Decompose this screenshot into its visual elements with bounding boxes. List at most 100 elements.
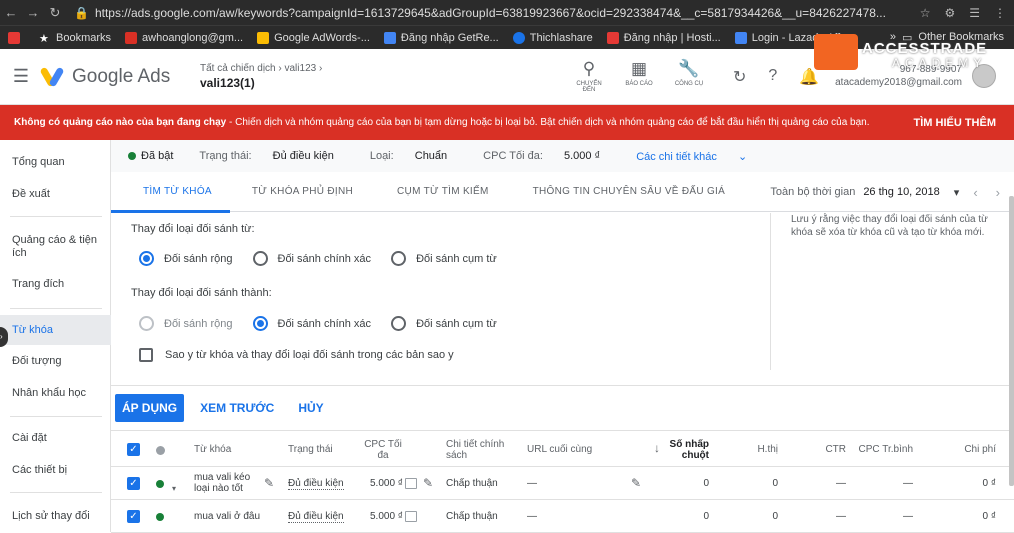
impressions-value: 0 bbox=[772, 478, 778, 489]
sidebar-item-change-history[interactable]: Lịch sử thay đổi bbox=[12, 510, 102, 523]
more-details-link[interactable]: Các chi tiết khác ⌄ bbox=[636, 150, 765, 163]
max-cpc-value: 5.000 ₫ bbox=[563, 150, 601, 162]
sidebar-item-keywords[interactable]: Từ khóa bbox=[0, 315, 111, 345]
tab-negative-keywords[interactable]: TỪ KHÓA PHỦ ĐỊNH bbox=[230, 172, 375, 212]
back-icon[interactable]: ← bbox=[0, 5, 22, 20]
star-icon[interactable]: ☆ bbox=[920, 6, 931, 20]
bookmark-item[interactable]: Đăng nhập | Hosti... bbox=[606, 31, 721, 44]
bookmark-item[interactable]: awhoanglong@gm... bbox=[125, 31, 243, 44]
bookmark-item[interactable]: Thichlashare bbox=[512, 31, 593, 44]
edit-pencil-icon[interactable]: ✎ bbox=[423, 476, 433, 490]
image-icon bbox=[405, 511, 417, 522]
keyword-status[interactable]: Đủ điều kiện bbox=[288, 478, 344, 490]
url-text: https://ads.google.com/aw/keywords?campa… bbox=[94, 5, 886, 20]
row-checkbox[interactable]: ✓ bbox=[127, 510, 140, 523]
tab-auction-insights[interactable]: THÔNG TIN CHUYÊN SÂU VỀ ĐẤU GIÁ bbox=[511, 172, 747, 212]
sidebar-item-ads-extensions[interactable]: Quảng cáo & tiện ích bbox=[12, 234, 102, 260]
edit-pencil-icon[interactable]: ✎ bbox=[631, 476, 641, 490]
to-exact-option[interactable]: Đối sánh chính xác bbox=[252, 316, 371, 331]
lock-icon: 🔒 bbox=[74, 5, 89, 20]
tab-search-keywords[interactable]: TÌM TỪ KHÓA bbox=[111, 172, 230, 213]
table-row[interactable]: ✓ ▾ mua vali kéo loại nào tốt ✎ Đủ điều … bbox=[111, 467, 1014, 500]
col-avg-cpc[interactable]: CPC Tr.bình bbox=[851, 444, 913, 455]
copy-keywords-checkbox[interactable]: Sao y từ khóa và thay đổi loại đối sánh … bbox=[139, 348, 454, 362]
youtube-icon bbox=[8, 31, 20, 44]
preview-button[interactable]: XEM TRƯỚC bbox=[200, 401, 274, 415]
enabled-status[interactable]: Đã bật bbox=[141, 150, 173, 162]
from-phrase-option[interactable]: Đối sánh cụm từ bbox=[391, 251, 497, 266]
bookmark-item[interactable]: Google AdWords-... bbox=[257, 31, 370, 44]
accesstrade-watermark: ACCESSTRADE ACADEMY bbox=[814, 34, 1014, 70]
clicks-value: 0 bbox=[703, 511, 709, 522]
scrollbar[interactable] bbox=[1009, 196, 1014, 486]
tab-search-terms[interactable]: CỤM TỪ TÌM KIẾM bbox=[375, 172, 511, 212]
from-radio-group: Đối sánh rộng Đối sánh chính xác Đối sán… bbox=[139, 251, 517, 266]
row-checkbox[interactable]: ✓ bbox=[127, 477, 140, 490]
reload-icon[interactable]: ↻ bbox=[44, 5, 66, 21]
col-final-url[interactable]: URL cuối cùng bbox=[527, 444, 592, 455]
keyword-status[interactable]: Đủ điều kiện bbox=[288, 511, 344, 523]
kebab-menu-icon[interactable]: ⋮ bbox=[994, 6, 1006, 20]
refresh-icon[interactable]: ↻ bbox=[733, 67, 746, 87]
hamburger-menu-icon[interactable]: ☰ bbox=[0, 66, 42, 87]
sidebar-item-demographics[interactable]: Nhân khẩu học bbox=[12, 387, 102, 400]
date-range-picker[interactable]: Toàn bộ thời gian 26 thg 10, 2018 ▾ ‹ › bbox=[770, 172, 1000, 212]
col-policy-details[interactable]: Chi tiết chính sách bbox=[446, 439, 511, 461]
main-content: Đã bật Trạng thái: Đủ điều kiện Loại: Ch… bbox=[111, 140, 1014, 533]
notifications-icon[interactable]: 🔔 bbox=[799, 67, 819, 87]
site-icon bbox=[512, 31, 525, 44]
bookmark-item[interactable]: Đăng nhập GetRe... bbox=[383, 31, 499, 44]
col-status[interactable]: Trạng thái bbox=[288, 444, 333, 455]
col-ctr[interactable]: CTR bbox=[806, 444, 846, 455]
sidebar-item-devices[interactable]: Các thiết bị bbox=[12, 464, 102, 477]
brand-name: Google Ads bbox=[72, 65, 171, 87]
edit-pencil-icon[interactable]: ✎ bbox=[264, 476, 274, 490]
chevron-left-icon[interactable]: ‹ bbox=[973, 185, 977, 200]
dropdown-arrow-icon[interactable]: ▾ bbox=[954, 186, 960, 199]
sidebar-item-audiences[interactable]: Đối tượng bbox=[12, 355, 102, 368]
keyword-text[interactable]: mua vali kéo loại nào tốt bbox=[194, 472, 256, 494]
goto-button[interactable]: ⚲ CHUYỂN ĐẾN bbox=[572, 59, 606, 93]
col-impressions[interactable]: H.thị bbox=[738, 444, 778, 455]
learn-more-link[interactable]: TÌM HIỂU THÊM bbox=[914, 117, 997, 129]
col-keyword[interactable]: Từ khóa bbox=[194, 444, 231, 455]
mail-icon bbox=[383, 31, 396, 44]
to-phrase-option[interactable]: Đối sánh cụm từ bbox=[391, 316, 497, 331]
ctr-value: — bbox=[836, 478, 846, 489]
bookmark-youtube[interactable] bbox=[8, 31, 25, 44]
forward-icon[interactable]: → bbox=[22, 5, 44, 20]
google-ads-logo[interactable]: Google Ads bbox=[39, 65, 192, 88]
avg-cpc-value: — bbox=[903, 478, 913, 489]
change-from-title: Thay đổi loại đối sánh từ: bbox=[131, 223, 255, 235]
apply-button[interactable]: ÁP DỤNG bbox=[115, 394, 185, 422]
keyword-text[interactable]: mua vali ở đâu bbox=[194, 511, 260, 522]
search-icon: ⚲ bbox=[582, 59, 596, 78]
from-broad-option[interactable]: Đối sánh rộng bbox=[139, 251, 233, 266]
chevron-right-icon[interactable]: › bbox=[996, 185, 1000, 200]
table-row[interactable]: ✓ mua vali ở đâu Đủ điều kiện 5.000 ₫ Ch… bbox=[111, 500, 1014, 533]
alert-title: Không có quảng cáo nào của bạn đang chạy bbox=[14, 117, 227, 128]
sidebar-item-overview[interactable]: Tổng quan bbox=[12, 156, 102, 169]
col-max-cpc[interactable]: CPC Tối đa bbox=[364, 439, 402, 461]
from-exact-option[interactable]: Đối sánh chính xác bbox=[252, 251, 371, 266]
tools-button[interactable]: 🔧 CÔNG CỤ bbox=[672, 59, 706, 93]
col-clicks[interactable]: Số nhấp chuột bbox=[669, 439, 709, 461]
select-all-checkbox[interactable]: ✓ bbox=[127, 443, 140, 456]
account-email: atacademy2018@gmail.com bbox=[835, 77, 962, 88]
sidebar-item-settings[interactable]: Cài đặt bbox=[12, 432, 102, 445]
extension-icon[interactable]: ⚙ bbox=[944, 6, 955, 20]
bookmark-item[interactable]: ★ Bookmarks bbox=[39, 32, 111, 45]
sliders-icon[interactable]: ☰ bbox=[969, 6, 980, 20]
sort-down-icon[interactable]: ↓ bbox=[654, 442, 660, 454]
col-cost[interactable]: Chi phí bbox=[946, 444, 996, 455]
cancel-button[interactable]: HỦY bbox=[298, 401, 323, 415]
breadcrumb-all-campaigns[interactable]: Tất cả chiến dịch bbox=[200, 63, 276, 74]
address-bar[interactable]: 🔒 https://ads.google.com/aw/keywords?camp… bbox=[74, 6, 920, 20]
breadcrumb-campaign[interactable]: vali123 bbox=[285, 63, 317, 74]
reports-button[interactable]: ▦ BÁO CÁO bbox=[622, 59, 656, 93]
sidebar-item-recommendations[interactable]: Đề xuất bbox=[12, 188, 102, 201]
status-dropdown-icon[interactable]: ▾ bbox=[172, 483, 176, 494]
help-icon[interactable]: ? bbox=[768, 67, 777, 87]
sidebar-item-landing-pages[interactable]: Trang đích bbox=[12, 278, 102, 291]
alert-message: - Chiến dịch và nhóm quảng cáo của bạn b… bbox=[226, 117, 870, 128]
